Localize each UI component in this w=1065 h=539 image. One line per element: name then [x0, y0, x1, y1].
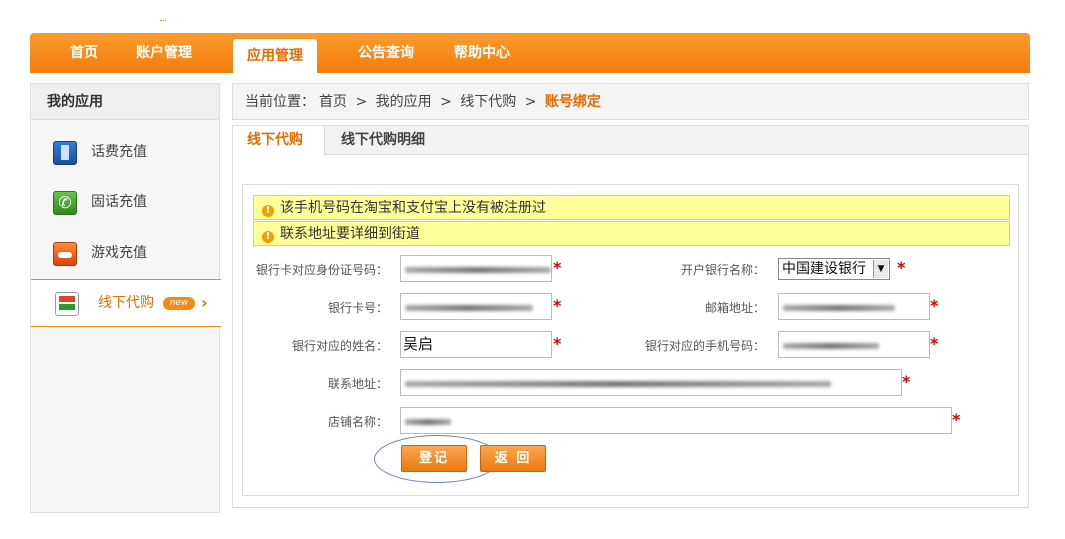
bank-name-label: 开户银行名称： [680, 263, 765, 277]
nav-item-account[interactable]: 账户管理 [136, 33, 192, 73]
card-number-input[interactable] [400, 293, 552, 320]
address-label: 联系地址： [327, 377, 388, 391]
back-button[interactable]: 返 回 [480, 445, 546, 472]
dropdown-arrow-icon[interactable]: ▼ [873, 260, 888, 278]
top-nav: 首页 账户管理 应用管理 公告查询 帮助中心 [30, 33, 1030, 73]
id-number-label: 银行卡对应身份证号码： [255, 263, 388, 277]
breadcrumb-home[interactable]: 首页 [319, 94, 347, 110]
required-mark: * [553, 258, 562, 277]
shopping-cart-icon [55, 292, 79, 316]
sidebar: 我的应用 话费充值 ✆ 固话充值 游戏充值 线下代购 new › [30, 83, 221, 513]
required-mark: * [553, 296, 562, 315]
sidebar-item-landline-recharge[interactable]: ✆ 固话充值 [31, 182, 219, 222]
main-panel: 线下代购 线下代购明细 ! 该手机号码在淘宝和支付宝上没有被注册过 ! 联系地址要详… [232, 125, 1029, 508]
phone-number-input[interactable] [778, 331, 930, 358]
decorative-dots [160, 20, 166, 23]
notice-text: 该手机号码在淘宝和支付宝上没有被注册过 [280, 200, 546, 216]
sidebar-item-mobile-recharge[interactable]: 话费充值 [31, 132, 219, 172]
telephone-icon: ✆ [53, 191, 77, 215]
address-input[interactable] [400, 369, 902, 396]
sidebar-item-label: 线下代购 [98, 295, 154, 311]
breadcrumb-prefix: 当前位置： [245, 94, 315, 110]
shop-name-label: 店铺名称： [327, 415, 388, 429]
phone-number-label: 银行对应的手机号码： [644, 339, 765, 353]
bank-name-select[interactable]: 中国建设银行 ▼ [778, 258, 890, 280]
card-number-label: 银行卡号： [327, 301, 388, 315]
sidebar-item-label: 话费充值 [91, 144, 147, 160]
required-mark: * [930, 296, 939, 315]
breadcrumb-separator: > [355, 94, 368, 110]
sidebar-item-offline-purchase[interactable]: 线下代购 new › [31, 279, 221, 327]
account-name-input[interactable]: 吴启 [400, 331, 552, 358]
chevron-right-icon: › [201, 293, 208, 312]
id-number-input[interactable] [400, 255, 552, 282]
nav-item-apps[interactable]: 应用管理 [233, 39, 317, 73]
notice-text: 联系地址要详细到街道 [280, 226, 420, 242]
register-button[interactable]: 登记 [401, 445, 467, 472]
required-mark: * [553, 334, 562, 353]
sidebar-item-label: 游戏充值 [91, 245, 147, 261]
email-label: 邮箱地址： [704, 301, 765, 315]
notice-phone-unregistered: ! 该手机号码在淘宝和支付宝上没有被注册过 [253, 195, 1010, 220]
tab-offline-purchase-details[interactable]: 线下代购明细 [341, 126, 425, 155]
warning-icon: ! [262, 231, 274, 243]
nav-item-help[interactable]: 帮助中心 [454, 33, 510, 73]
breadcrumb-my-apps[interactable]: 我的应用 [376, 94, 432, 110]
breadcrumb-separator: > [440, 94, 452, 110]
sidebar-item-label: 固话充值 [91, 194, 147, 210]
nav-item-announcements[interactable]: 公告查询 [358, 33, 414, 73]
breadcrumb: 当前位置： 首页 > 我的应用 > 线下代购 > 账号绑定 [232, 83, 1029, 120]
tab-offline-purchase[interactable]: 线下代购 [233, 126, 325, 156]
sidebar-item-game-recharge[interactable]: 游戏充值 [31, 233, 219, 273]
account-name-label: 银行对应的姓名： [291, 339, 388, 353]
nav-item-home[interactable]: 首页 [70, 33, 98, 73]
new-badge: new [163, 297, 195, 310]
required-mark: * [930, 334, 939, 353]
bank-name-value: 中国建设银行 [782, 261, 866, 277]
breadcrumb-offline-purchase[interactable]: 线下代购 [460, 94, 516, 110]
tab-bar: 线下代购 线下代购明细 [233, 126, 1028, 156]
required-mark: * [897, 258, 906, 277]
mobile-phone-icon [53, 141, 77, 165]
sidebar-title: 我的应用 [31, 83, 219, 120]
notice-address-detail: ! 联系地址要详细到街道 [253, 221, 1010, 246]
breadcrumb-separator: > [524, 94, 537, 110]
shop-name-input[interactable] [400, 407, 952, 434]
breadcrumb-current: 账号绑定 [544, 94, 601, 110]
required-mark: * [902, 372, 911, 391]
game-controller-icon [53, 242, 77, 266]
form-container: ! 该手机号码在淘宝和支付宝上没有被注册过 ! 联系地址要详细到街道 银行卡对应身份… [242, 184, 1019, 496]
warning-icon: ! [262, 205, 274, 217]
required-mark: * [952, 410, 961, 429]
email-input[interactable] [778, 293, 930, 320]
